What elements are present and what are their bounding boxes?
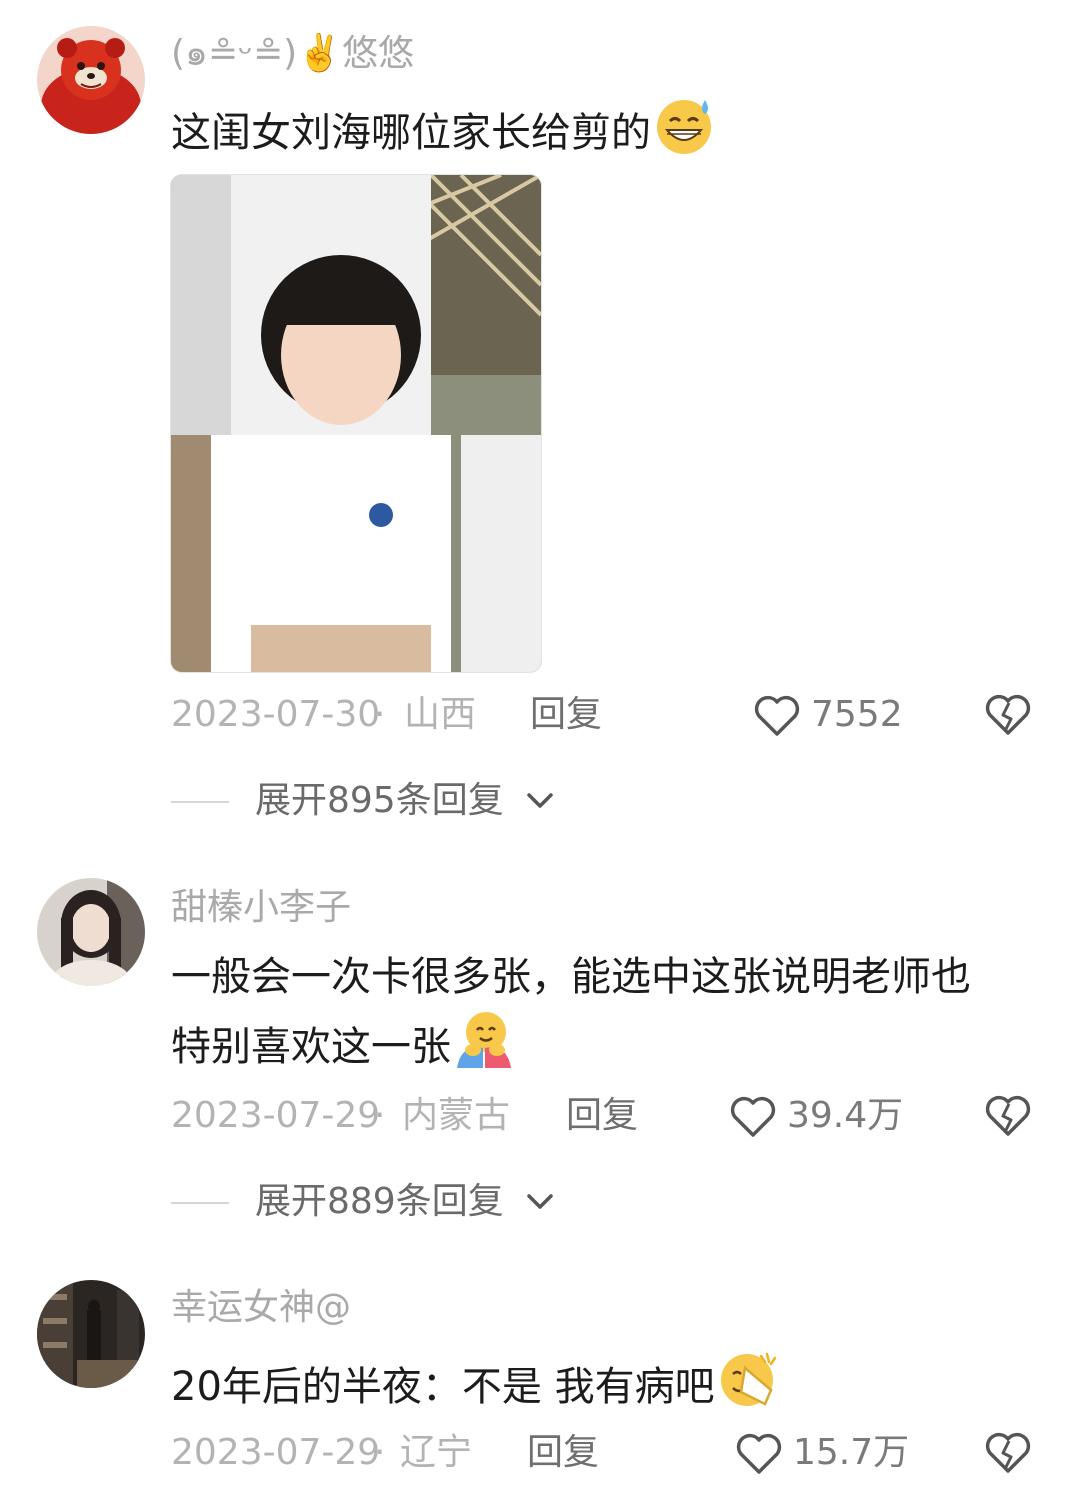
like-button[interactable]: 15.7万	[735, 1428, 925, 1478]
chevron-down-icon	[527, 1194, 553, 1209]
comment-date: 2023-07-30	[171, 694, 381, 735]
expand-replies[interactable]: 展开895条回复	[171, 776, 671, 826]
reply-button[interactable]: 回复	[530, 690, 602, 740]
reply-button[interactable]: 回复	[527, 1428, 599, 1478]
comment-item: 幸运女神@ 20年后的半夜：不是 我有病吧 2023-07-29 · 辽宁 回复…	[0, 1260, 1069, 1498]
user-avatar[interactable]	[37, 878, 145, 986]
meta-separator: ·	[374, 1095, 386, 1136]
comment-date: 2023-07-29	[171, 1432, 381, 1473]
comment-text-content: 20年后的半夜：不是 我有病吧	[171, 1364, 715, 1410]
chevron-down-icon	[527, 793, 553, 808]
comment-region: 内蒙古	[402, 1095, 511, 1136]
heart-icon	[730, 1096, 776, 1137]
comment-text: 一般会一次卡很多张，能选中这张说明老师也特别喜欢这一张	[171, 946, 1001, 1078]
heart-icon	[736, 1433, 782, 1474]
expand-replies[interactable]: 展开889条回复	[171, 1177, 671, 1227]
meta-separator: ·	[374, 1432, 386, 1473]
like-button[interactable]: 39.4万	[729, 1091, 919, 1141]
comment-item: (๑≗ᵕ≗)✌️悠悠 这闺女刘海哪位家长给剪的 2023-07-30 · 山西 …	[0, 0, 1069, 850]
broken-heart-icon[interactable]	[985, 693, 1031, 737]
comment-item: 甜榛小李子 一般会一次卡很多张，能选中这张说明老师也特别喜欢这一张 2023-0…	[0, 850, 1069, 1260]
like-count: 7552	[811, 694, 903, 735]
dark-interior-avatar-image	[37, 1280, 145, 1388]
like-count: 15.7万	[793, 1432, 910, 1473]
face-palm-emoji	[720, 1352, 776, 1406]
comment-meta: 2023-07-29 · 内蒙古 回复 39.4万	[171, 1091, 1031, 1141]
comment-date: 2023-07-29	[171, 1095, 381, 1136]
comment-text-content: 这闺女刘海哪位家长给剪的	[171, 110, 651, 156]
expand-replies-label: 展开889条回复	[255, 1181, 504, 1222]
woman-portrait-avatar-image	[37, 878, 145, 986]
comment-photo[interactable]	[170, 174, 542, 673]
broken-heart-icon[interactable]	[985, 1094, 1031, 1138]
comment-text: 20年后的半夜：不是 我有病吧	[171, 1348, 1001, 1418]
username[interactable]: (๑≗ᵕ≗)✌️悠悠	[171, 32, 414, 76]
meta-separator: ·	[374, 694, 386, 735]
user-avatar[interactable]	[37, 1280, 145, 1388]
hugging-face-emoji	[457, 1012, 511, 1068]
red-panda-avatar-image	[37, 26, 145, 134]
comment-meta: 2023-07-30 · 山西 回复 7552	[171, 690, 1031, 740]
reply-button[interactable]: 回复	[566, 1091, 638, 1141]
child-school-photo-image	[171, 175, 541, 672]
comment-region: 山西	[404, 694, 477, 735]
username[interactable]: 甜榛小李子	[171, 886, 351, 930]
comment-meta: 2023-07-29 · 辽宁 回复 15.7万	[171, 1428, 1031, 1478]
divider	[171, 801, 229, 803]
broken-heart-icon[interactable]	[985, 1431, 1031, 1475]
user-avatar[interactable]	[37, 26, 145, 134]
like-button[interactable]: 7552	[753, 690, 923, 740]
username[interactable]: 幸运女神@	[171, 1286, 351, 1330]
expand-replies-label: 展开895条回复	[255, 780, 504, 821]
like-count: 39.4万	[787, 1095, 904, 1136]
comment-text-content: 一般会一次卡很多张，能选中这张说明老师也特别喜欢这一张	[171, 954, 971, 1070]
divider	[171, 1202, 229, 1204]
comment-region: 辽宁	[400, 1432, 473, 1473]
heart-icon	[754, 695, 800, 736]
comment-text: 这闺女刘海哪位家长给剪的	[171, 94, 1001, 164]
grinning-sweat-emoji	[657, 100, 711, 154]
